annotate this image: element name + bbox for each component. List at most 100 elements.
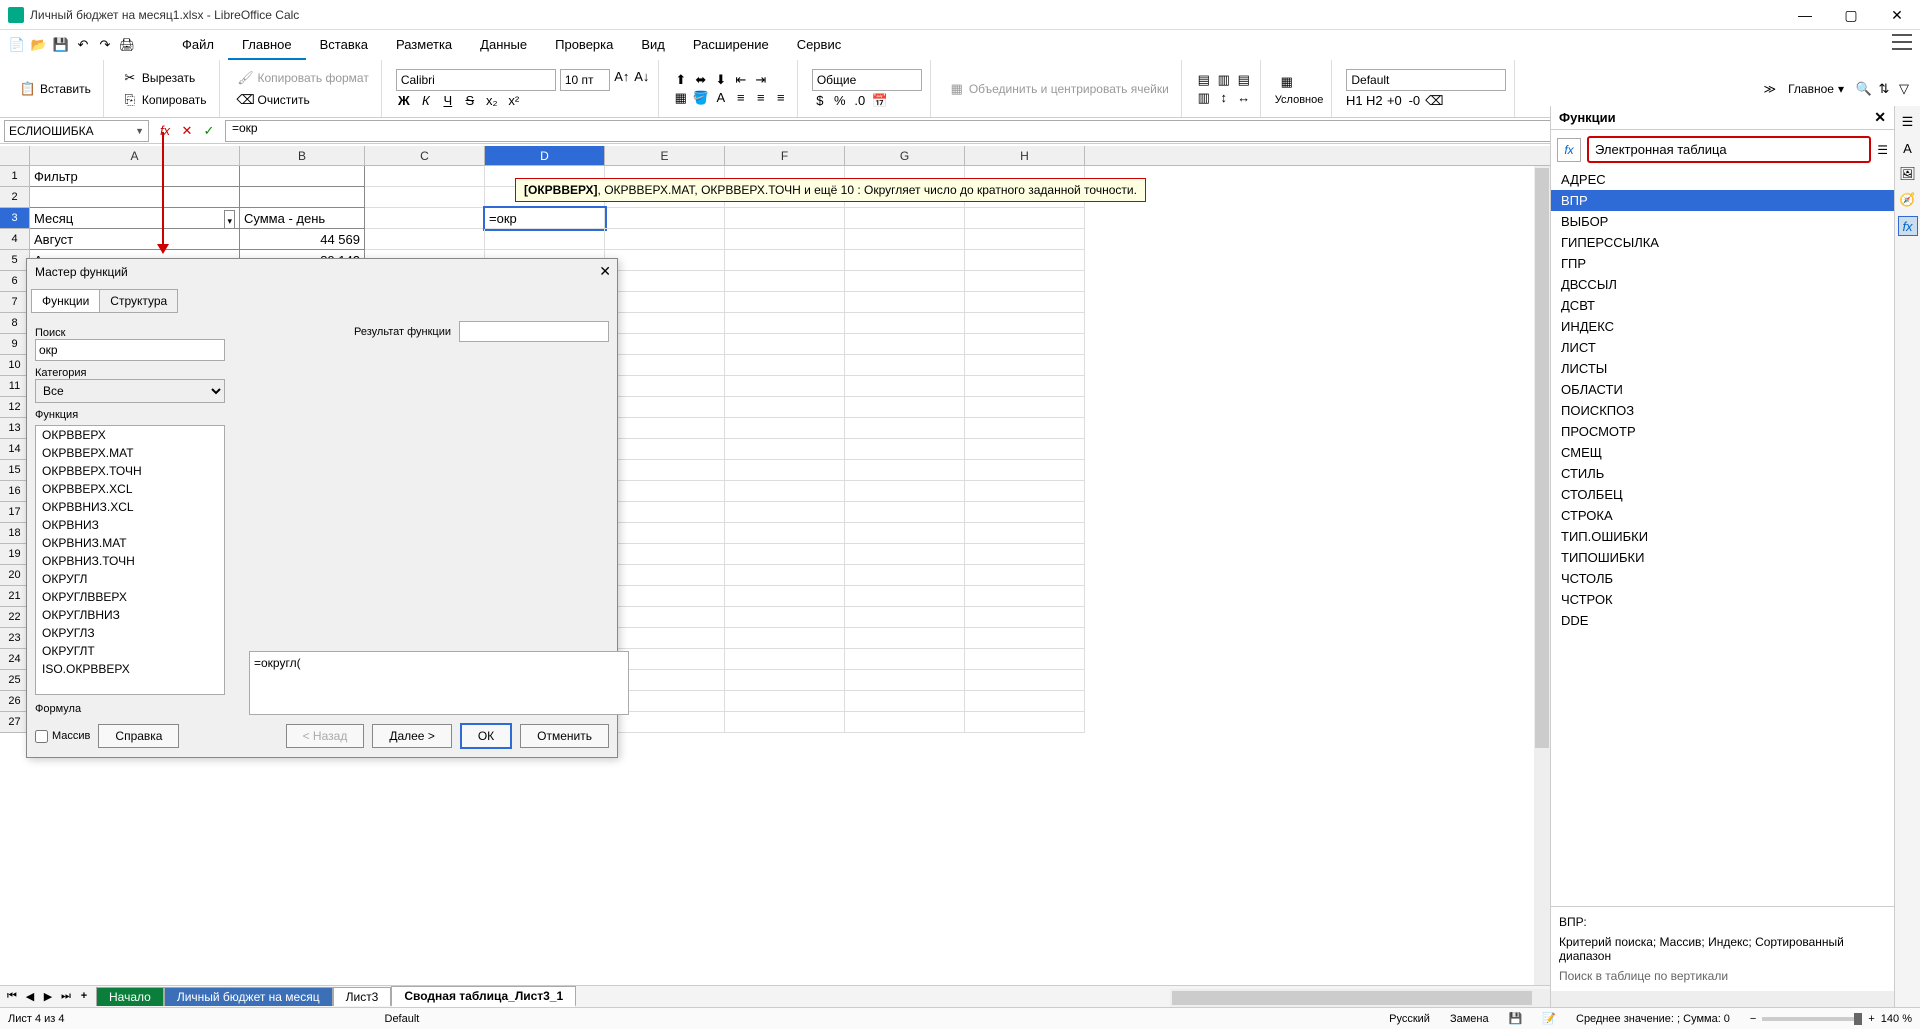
menu-layout[interactable]: Разметка [382,31,466,60]
underline-icon[interactable]: Ч [440,93,456,109]
tab-add-icon[interactable]: + [76,990,92,1003]
cell[interactable] [605,313,725,334]
cell[interactable] [965,565,1085,586]
cell[interactable] [605,628,725,649]
cond-format-button[interactable]: ▦ [1275,72,1324,92]
align-top-icon[interactable]: ⬆ [673,72,689,88]
cell[interactable]: Сумма - день [240,208,365,229]
filter-icon[interactable]: ▽ [1896,81,1912,97]
minimize-button[interactable]: — [1782,0,1828,30]
cell[interactable] [725,250,845,271]
next-button[interactable]: Далее > [372,724,452,748]
menu-ext[interactable]: Расширение [679,31,783,60]
bold-icon[interactable]: Ж [396,93,412,109]
col-header-F[interactable]: F [725,146,845,165]
function-list-item[interactable]: ОКРВНИЗ.ТОЧН [36,552,224,570]
sidepanel-list-item[interactable]: АДРЕС [1551,169,1894,190]
sidepanel-list-item[interactable]: ВПР [1551,190,1894,211]
cell[interactable] [605,607,725,628]
align-mid-icon[interactable]: ⬌ [693,72,709,88]
wizard-tab-structure[interactable]: Структура [100,289,178,313]
hamburger-icon[interactable] [1892,34,1912,50]
cell[interactable] [845,418,965,439]
cell[interactable] [845,292,965,313]
sidepanel-list-item[interactable]: СТРОКА [1551,505,1894,526]
col-header-A[interactable]: A [30,146,240,165]
cancel-button[interactable]: Отменить [520,724,609,748]
cell[interactable]: Август [30,229,240,250]
gallery-panel-icon[interactable]: 🖼 [1898,164,1918,184]
currency-icon[interactable]: $ [812,93,828,109]
paste-button[interactable]: 📋Вставить [16,79,95,99]
function-list-item[interactable]: ОКРВВЕРХ.ТОЧН [36,462,224,480]
italic-icon[interactable]: К [418,93,434,109]
vertical-scrollbar[interactable] [1534,166,1550,985]
cell[interactable] [965,271,1085,292]
navigator-panel-icon[interactable]: 🧭 [1898,190,1918,210]
sidepanel-list-item[interactable]: СМЕЩ [1551,442,1894,463]
date-icon[interactable]: 📅 [872,93,888,109]
new-icon[interactable]: 📄 [8,36,26,54]
cell[interactable] [725,271,845,292]
h1-icon[interactable]: H1 [1346,93,1362,109]
accept-formula-icon[interactable]: ✓ [201,123,217,139]
cell[interactable] [725,439,845,460]
cell[interactable] [605,418,725,439]
sidepanel-list-item[interactable]: ЛИСТЫ [1551,358,1894,379]
copy-button[interactable]: ⎘Копировать [118,90,211,110]
cell[interactable] [845,670,965,691]
function-list-item[interactable]: ОКРУГЛЗ [36,624,224,642]
cell[interactable] [605,460,725,481]
cell[interactable] [725,712,845,733]
sidepanel-list-item[interactable]: ЧСТРОК [1551,589,1894,610]
cell[interactable] [605,481,725,502]
decrease-font-icon[interactable]: A↓ [634,69,650,85]
cell[interactable] [845,523,965,544]
cell[interactable] [725,586,845,607]
sidepanel-list-item[interactable]: ТИПОШИБКИ [1551,547,1894,568]
cell[interactable]: Фильтр [30,166,240,187]
cell[interactable] [845,376,965,397]
cell[interactable]: Месяц [30,208,240,229]
cell[interactable] [965,481,1085,502]
cell[interactable] [845,544,965,565]
undo-icon[interactable]: ↶ [74,36,92,54]
menu-view[interactable]: Вид [627,31,679,60]
cell[interactable] [965,292,1085,313]
cell[interactable] [605,502,725,523]
sidepanel-list-item[interactable]: ВЫБОР [1551,211,1894,232]
menu-tools[interactable]: Сервис [783,31,856,60]
select-all-corner[interactable] [0,146,30,165]
cell[interactable] [965,334,1085,355]
row-height-icon[interactable]: ↕ [1216,90,1232,106]
number-icon[interactable]: .0 [852,93,868,109]
cell[interactable] [240,187,365,208]
category-select[interactable]: Все [35,379,225,403]
sidepanel-list-icon[interactable]: ☰ [1877,143,1888,157]
sidepanel-fx-icon[interactable]: fx [1557,138,1581,162]
cell[interactable] [725,313,845,334]
sidepanel-close-icon[interactable]: ✕ [1874,109,1886,126]
cell[interactable]: 44 569 [240,229,365,250]
superscript-icon[interactable]: x² [506,93,522,109]
wizard-tab-functions[interactable]: Функции [31,289,100,313]
close-button[interactable]: ✕ [1874,0,1920,30]
borders-icon[interactable]: ▦ [673,90,689,106]
find-icon[interactable]: 🔍 [1856,81,1872,97]
redo-icon[interactable]: ↷ [96,36,114,54]
fx-icon[interactable]: fx [157,123,173,138]
cell[interactable] [725,334,845,355]
indent-dec-icon[interactable]: ⇤ [733,72,749,88]
help-button[interactable]: Справка [98,724,179,748]
tab-next-icon[interactable]: ▶ [40,990,56,1003]
cell[interactable] [965,712,1085,733]
cell[interactable] [965,607,1085,628]
cell[interactable] [965,376,1085,397]
col-header-D[interactable]: D [485,146,605,165]
style-select[interactable] [1346,69,1506,91]
ribbon-more-icon[interactable]: ≫ [1764,82,1777,96]
cell[interactable] [845,607,965,628]
sidepanel-list-item[interactable]: ЛИСТ [1551,337,1894,358]
sidepanel-category-select[interactable]: Электронная таблица [1587,136,1871,163]
sheet-tab-2[interactable]: Лист3 [333,987,392,1006]
